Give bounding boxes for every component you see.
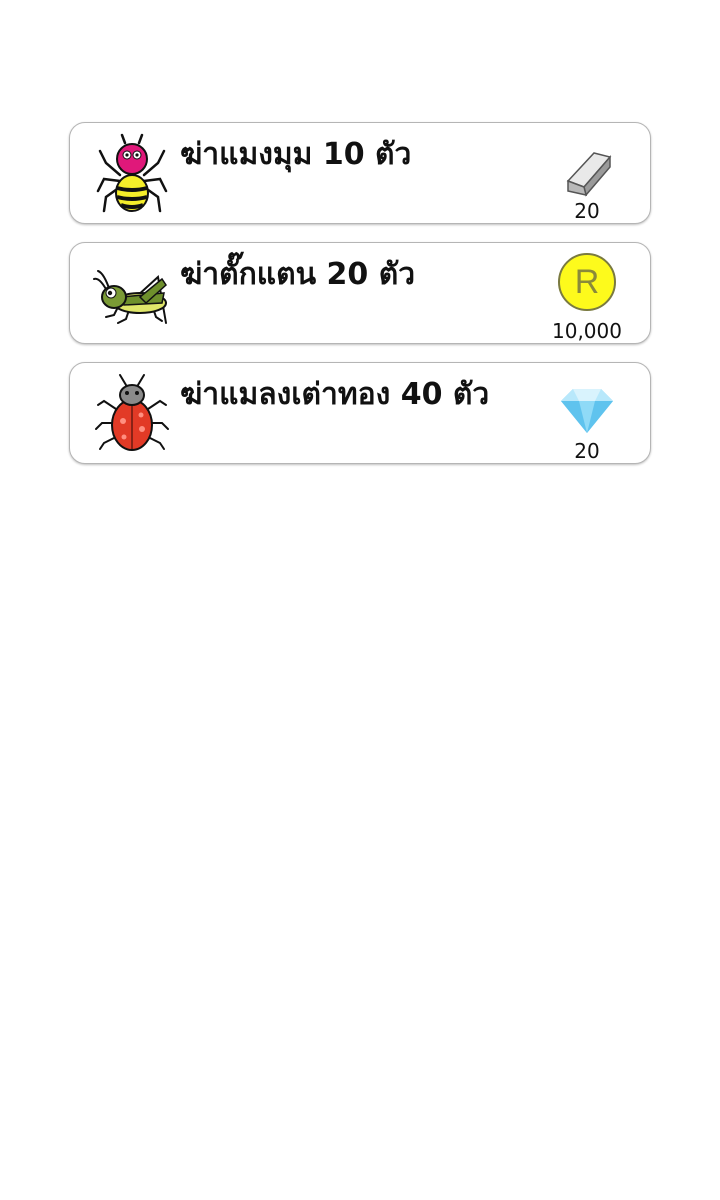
quest-title: ฆ่าแมลงเต่าทอง 40 ตัว <box>180 377 490 412</box>
reward-amount: 20 <box>574 439 600 463</box>
quest-card-grasshopper[interactable]: ฆ่าตั๊กแตน 20 ตัว R 10,000 <box>69 242 651 344</box>
spider-icon <box>92 133 172 213</box>
quest-card-ladybug[interactable]: ฆ่าแมลงเต่าทอง 40 ตัว 20 <box>69 362 651 464</box>
quest-title: ฆ่าแมงมุม 10 ตัว <box>180 137 412 172</box>
eraser-icon <box>560 147 614 201</box>
quest-title: ฆ่าตั๊กแตน 20 ตัว <box>180 257 416 292</box>
coin-icon: R <box>558 253 616 311</box>
diamond-icon <box>559 387 615 439</box>
reward: R 10,000 <box>542 253 632 345</box>
reward-amount: 20 <box>574 199 600 223</box>
quest-card-spider[interactable]: ฆ่าแมงมุม 10 ตัว 20 <box>69 122 651 224</box>
ladybug-icon <box>92 373 172 453</box>
grasshopper-icon <box>92 253 172 333</box>
reward: 20 <box>542 133 632 225</box>
reward: 20 <box>542 373 632 465</box>
quest-list: ฆ่าแมงมุม 10 ตัว 20 ฆ่าตั๊กแตน 20 ตัว R … <box>62 122 658 482</box>
reward-amount: 10,000 <box>552 319 622 343</box>
